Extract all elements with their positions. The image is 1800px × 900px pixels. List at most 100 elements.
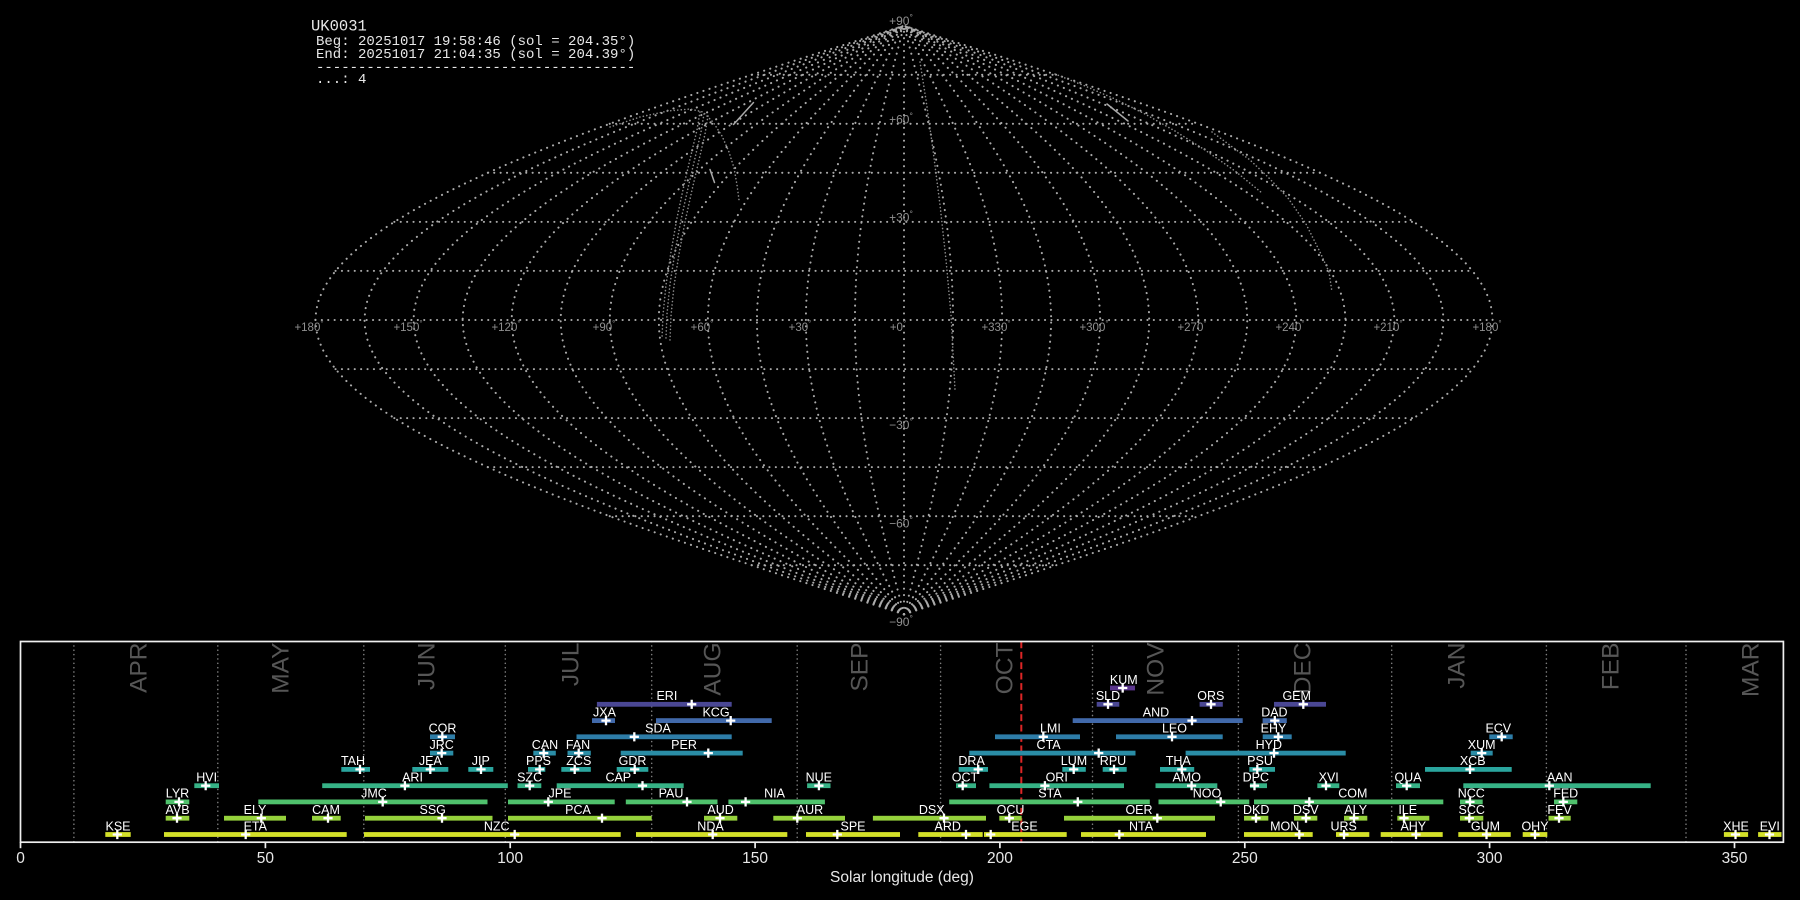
svg-text:ECV: ECV: [1485, 722, 1511, 736]
svg-text:+90°: +90°: [889, 12, 913, 28]
svg-text:LUM: LUM: [1061, 754, 1087, 768]
svg-text:0: 0: [16, 850, 25, 867]
svg-text:PCA: PCA: [565, 803, 591, 817]
svg-text:HYD: HYD: [1256, 738, 1282, 752]
svg-text:FEB: FEB: [1597, 643, 1624, 691]
svg-text:ERI: ERI: [656, 689, 677, 703]
svg-text:+30°: +30°: [889, 209, 913, 225]
svg-text:AVB: AVB: [165, 803, 189, 817]
svg-text:ETA: ETA: [244, 819, 268, 833]
svg-text:GEM: GEM: [1282, 689, 1310, 703]
svg-text:CAN: CAN: [532, 738, 558, 752]
svg-text:JMC: JMC: [361, 787, 387, 801]
svg-text:−90°: −90°: [889, 613, 913, 629]
svg-text:ZCS: ZCS: [566, 754, 591, 768]
svg-text:ALY: ALY: [1344, 803, 1367, 817]
svg-text:DRA: DRA: [958, 754, 985, 768]
svg-text:JUN: JUN: [413, 643, 440, 691]
svg-text:CAP: CAP: [605, 771, 631, 785]
svg-text:150: 150: [742, 850, 768, 867]
svg-text:AND: AND: [1143, 705, 1169, 719]
svg-text:ORS: ORS: [1197, 689, 1224, 703]
svg-text:COR: COR: [429, 722, 457, 736]
svg-text:+210°: +210°: [1373, 319, 1402, 334]
svg-text:PSU: PSU: [1247, 754, 1273, 768]
svg-text:XUM: XUM: [1468, 738, 1496, 752]
svg-text:FEV: FEV: [1547, 803, 1572, 817]
svg-text:KUM: KUM: [1110, 673, 1138, 687]
svg-text:DSV: DSV: [1293, 803, 1319, 817]
svg-text:+180°: +180°: [1472, 319, 1501, 334]
svg-text:50: 50: [257, 850, 275, 867]
svg-text:+60°: +60°: [691, 319, 714, 334]
svg-text:EVI: EVI: [1760, 819, 1780, 833]
svg-text:LYR: LYR: [166, 787, 189, 801]
svg-text:350: 350: [1722, 850, 1748, 867]
svg-text:NUE: NUE: [806, 771, 832, 785]
svg-text:SDA: SDA: [645, 722, 671, 736]
svg-text:THA: THA: [1166, 754, 1192, 768]
svg-text:SCC: SCC: [1458, 803, 1484, 817]
svg-text:+240°: +240°: [1275, 319, 1304, 334]
svg-text:JPE: JPE: [549, 787, 572, 801]
svg-text:PER: PER: [671, 738, 697, 752]
svg-text:EHY: EHY: [1261, 722, 1287, 736]
svg-text:SEP: SEP: [846, 643, 873, 692]
svg-text:OCT: OCT: [952, 771, 979, 785]
svg-text:GUM: GUM: [1471, 819, 1500, 833]
svg-text:GDR: GDR: [619, 754, 647, 768]
svg-text:CAM: CAM: [312, 803, 340, 817]
svg-text:URS: URS: [1330, 819, 1356, 833]
svg-text:DEC: DEC: [1289, 643, 1316, 695]
svg-text:JUL: JUL: [557, 643, 584, 687]
svg-text:MON: MON: [1270, 819, 1299, 833]
svg-text:SZC: SZC: [517, 771, 542, 785]
svg-text:AAN: AAN: [1547, 771, 1573, 785]
svg-text:APR: APR: [125, 643, 152, 693]
svg-text:ELY: ELY: [244, 803, 267, 817]
svg-text:PAU: PAU: [659, 787, 684, 801]
svg-text:LEO: LEO: [1162, 722, 1187, 736]
svg-text:COM: COM: [1338, 787, 1367, 801]
svg-text:SSG: SSG: [419, 803, 445, 817]
svg-text:OER: OER: [1125, 803, 1152, 817]
svg-text:AUR: AUR: [797, 803, 823, 817]
svg-text:NOV: NOV: [1142, 642, 1169, 696]
svg-text:+150°: +150°: [393, 319, 422, 334]
svg-text:Solar longitude (deg): Solar longitude (deg): [830, 869, 974, 886]
svg-text:SLD: SLD: [1096, 689, 1120, 703]
svg-text:+330°: +330°: [981, 319, 1010, 334]
svg-text:300: 300: [1477, 850, 1503, 867]
svg-text:DPC: DPC: [1243, 771, 1269, 785]
svg-text:UK0031: UK0031: [311, 18, 367, 36]
svg-text:OHY: OHY: [1521, 819, 1549, 833]
svg-text:MAR: MAR: [1737, 643, 1764, 697]
svg-text:JXA: JXA: [593, 705, 617, 719]
svg-text:−60°: −60°: [889, 515, 913, 531]
svg-text:−30°: −30°: [889, 416, 913, 432]
svg-text:200: 200: [987, 850, 1013, 867]
svg-text:JRC: JRC: [429, 738, 453, 752]
svg-text:QUA: QUA: [1394, 771, 1422, 785]
svg-text:+180°: +180°: [294, 319, 323, 334]
svg-text:100: 100: [497, 850, 523, 867]
svg-text:KCG: KCG: [702, 705, 729, 719]
svg-text:MAY: MAY: [267, 643, 294, 694]
svg-text:AHY: AHY: [1400, 819, 1426, 833]
svg-text:DKD: DKD: [1243, 803, 1269, 817]
svg-text:AUG: AUG: [699, 643, 726, 696]
svg-text:AUD: AUD: [707, 803, 733, 817]
svg-text:+30°: +30°: [789, 319, 812, 334]
svg-text:SPE: SPE: [840, 819, 865, 833]
svg-text:ORI: ORI: [1046, 771, 1068, 785]
svg-text:OCT: OCT: [991, 642, 1018, 694]
svg-text:FED: FED: [1553, 787, 1578, 801]
svg-text:NCC: NCC: [1458, 787, 1485, 801]
svg-text:ARI: ARI: [402, 771, 423, 785]
svg-text:250: 250: [1232, 850, 1258, 867]
svg-text:ARD: ARD: [934, 819, 960, 833]
svg-text:+60°: +60°: [889, 111, 913, 127]
svg-text:DSX: DSX: [919, 803, 945, 817]
svg-text:AMO: AMO: [1172, 771, 1201, 785]
svg-text:...: 4: ...: 4: [316, 72, 366, 88]
